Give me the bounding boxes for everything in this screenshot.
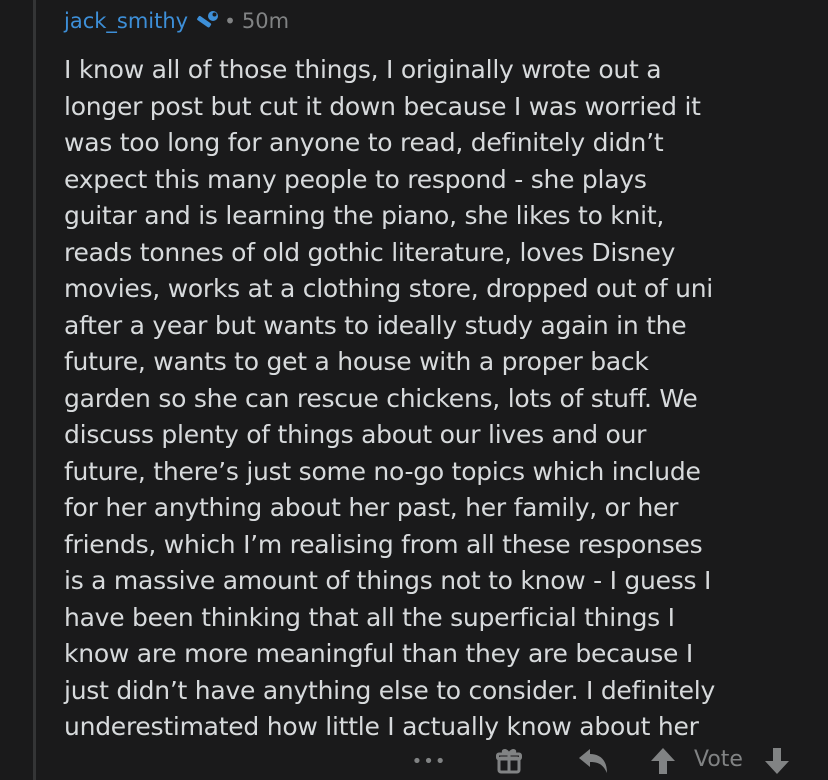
comment-body-line: for her anything about her past, her fam… bbox=[64, 493, 679, 522]
more-icon: ••• bbox=[411, 750, 447, 772]
reply-button[interactable] bbox=[576, 746, 610, 776]
comment-body-line: garden so she can rescue chickens, lots … bbox=[64, 383, 698, 413]
comment-body-line: was too long for anyone to read, definit… bbox=[64, 128, 664, 157]
comment-body-line: after a year but wants to ideally study … bbox=[64, 310, 687, 340]
downvote-icon bbox=[764, 747, 790, 775]
comment-age: 50m bbox=[241, 9, 290, 33]
comment-body-line: expect this many people to respond - she… bbox=[64, 164, 647, 194]
comment-body-line: friends, which I’m realising from all th… bbox=[64, 529, 703, 559]
thread-line[interactable] bbox=[33, 0, 36, 780]
comment-body: I know all of those things, I originally… bbox=[64, 52, 794, 746]
wrench-icon bbox=[194, 8, 220, 34]
meta-separator: • bbox=[224, 9, 236, 33]
author-username[interactable]: jack_smithy bbox=[64, 9, 188, 33]
comment-body-line: have been thinking that all the superfic… bbox=[64, 602, 675, 632]
comment-body-line: movies, works at a clothing store, dropp… bbox=[64, 274, 714, 303]
award-button[interactable] bbox=[494, 746, 524, 776]
comment-body-line: reads tonnes of old gothic literature, l… bbox=[64, 237, 676, 267]
comment-meta: jack_smithy • 50m bbox=[64, 6, 289, 36]
comment-body-line: just didn’t have anything else to consid… bbox=[64, 675, 716, 705]
more-options-button[interactable]: ••• bbox=[411, 742, 447, 780]
upvote-button[interactable] bbox=[648, 746, 678, 776]
comment-body-line: discuss plenty of things about our lives… bbox=[64, 420, 647, 449]
comment-body-line: longer post but cut it down because I wa… bbox=[64, 91, 701, 121]
comment-body-line: future, wants to get a house with a prop… bbox=[64, 347, 649, 376]
comment-body-line: guitar and is learning the piano, she li… bbox=[64, 201, 665, 230]
upvote-icon bbox=[650, 747, 676, 775]
vote-label: Vote bbox=[694, 747, 743, 772]
comment-body-line: I know all of those things, I originally… bbox=[64, 55, 662, 84]
comment-body-line: know are more meaningful than they are b… bbox=[64, 639, 693, 668]
comment-body-line: future, there’s just some no-go topics w… bbox=[64, 456, 701, 486]
downvote-button[interactable] bbox=[762, 746, 792, 776]
comment-actions: ••• Vote bbox=[64, 742, 828, 780]
gift-icon bbox=[495, 747, 523, 775]
comment-body-line: underestimated how little I actually kno… bbox=[64, 712, 699, 741]
reply-icon bbox=[577, 747, 609, 775]
comment-body-line: is a massive amount of things not to kno… bbox=[64, 566, 712, 595]
